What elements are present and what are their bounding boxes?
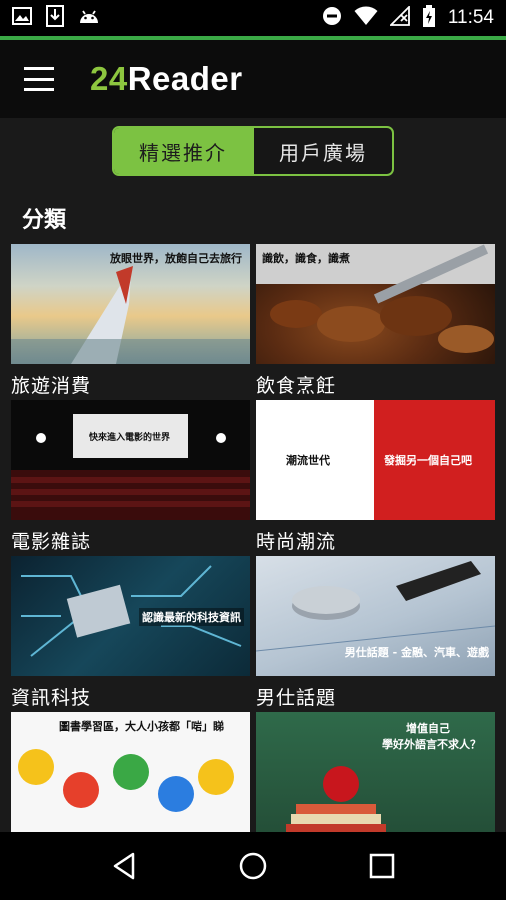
category-thumb-food: 識飲，識食，識煮	[256, 244, 495, 364]
download-icon	[46, 5, 64, 31]
category-thumb-fashion: 潮流世代 發掘另一個自己吧	[256, 400, 495, 520]
category-label: 男仕話題	[256, 687, 337, 709]
overlay-language-line1: 增值自己	[406, 722, 450, 735]
system-nav-bar	[0, 832, 506, 900]
brand-number: 24	[90, 60, 128, 97]
category-thumb-language: 增值自己 學好外語言不求人？	[256, 712, 495, 832]
category-card-fashion[interactable]: 潮流世代 發掘另一個自己吧 時尚潮流	[256, 400, 495, 554]
android-icon	[78, 7, 100, 29]
category-card-men[interactable]: 男仕話題 - 金融、汽車、遊戲 男仕話題	[256, 556, 495, 710]
main-content: 精選推介 用戶廣場 分類 放眼世界，放飽自己去旅行 旅遊消費 識飲，識食，識煮 …	[0, 118, 506, 832]
wifi-icon	[354, 6, 378, 30]
category-card-tech[interactable]: 認識最新的科技資訊 資訊科技	[11, 556, 250, 710]
category-thumb-tech: 認識最新的科技資訊	[11, 556, 250, 676]
overlay-language-line2: 學好外語言不求人？	[382, 738, 481, 751]
status-time: 11:54	[447, 7, 494, 28]
category-thumb-books: 圖書學習區，大人小孩都「啱」睇	[11, 712, 250, 832]
home-icon[interactable]	[223, 836, 283, 896]
tab-user-plaza[interactable]: 用戶廣場	[252, 128, 392, 174]
app-bar: 24Reader	[0, 40, 506, 118]
overlay-food: 識飲，識食，識煮	[262, 252, 350, 265]
category-thumb-travel: 放眼世界，放飽自己去旅行	[11, 244, 250, 364]
status-right-icons: 11:54	[322, 4, 494, 31]
category-card-language[interactable]: 增值自己 學好外語言不求人？	[256, 712, 495, 832]
category-card-books[interactable]: 圖書學習區，大人小孩都「啱」睇	[11, 712, 250, 832]
app-logo: 24Reader	[90, 60, 243, 98]
do-not-disturb-icon	[322, 6, 342, 30]
category-thumb-men: 男仕話題 - 金融、汽車、遊戲	[256, 556, 495, 676]
category-card-movies[interactable]: 快來進入電影的世界 電影雜誌	[11, 400, 250, 554]
status-left-icons	[12, 5, 100, 31]
brand-word: Reader	[127, 60, 243, 97]
overlay-movies: 快來進入電影的世界	[89, 433, 171, 443]
menu-icon[interactable]	[24, 59, 64, 99]
recents-icon[interactable]	[352, 836, 412, 896]
category-label: 時尚潮流	[256, 531, 337, 553]
status-bar: 11:54	[0, 0, 506, 36]
tab-featured[interactable]: 精選推介	[114, 128, 252, 174]
image-icon	[12, 7, 32, 29]
category-label: 電影雜誌	[11, 531, 92, 553]
category-label: 旅遊消費	[11, 375, 92, 397]
overlay-travel: 放眼世界，放飽自己去旅行	[110, 252, 242, 265]
category-card-travel[interactable]: 放眼世界，放飽自己去旅行 旅遊消費	[11, 244, 250, 398]
category-label: 飲食烹飪	[256, 375, 337, 397]
overlay-fashion-right: 發掘另一個自己吧	[384, 454, 472, 467]
overlay-men: 男仕話題 - 金融、汽車、遊戲	[344, 646, 489, 659]
tab-switcher: 精選推介 用戶廣場	[112, 126, 394, 176]
no-signal-icon	[388, 4, 410, 30]
category-card-food[interactable]: 識飲，識食，識煮 飲食烹飪	[256, 244, 495, 398]
section-title: 分類	[22, 208, 67, 233]
overlay-books: 圖書學習區，大人小孩都「啱」睇	[59, 720, 224, 733]
overlay-tech: 認識最新的科技資訊	[139, 608, 244, 626]
back-icon[interactable]	[94, 836, 154, 896]
battery-charging-icon	[422, 5, 436, 31]
overlay-fashion-left: 潮流世代	[286, 454, 330, 467]
category-label: 資訊科技	[11, 687, 92, 709]
category-thumb-movies: 快來進入電影的世界	[11, 400, 250, 520]
